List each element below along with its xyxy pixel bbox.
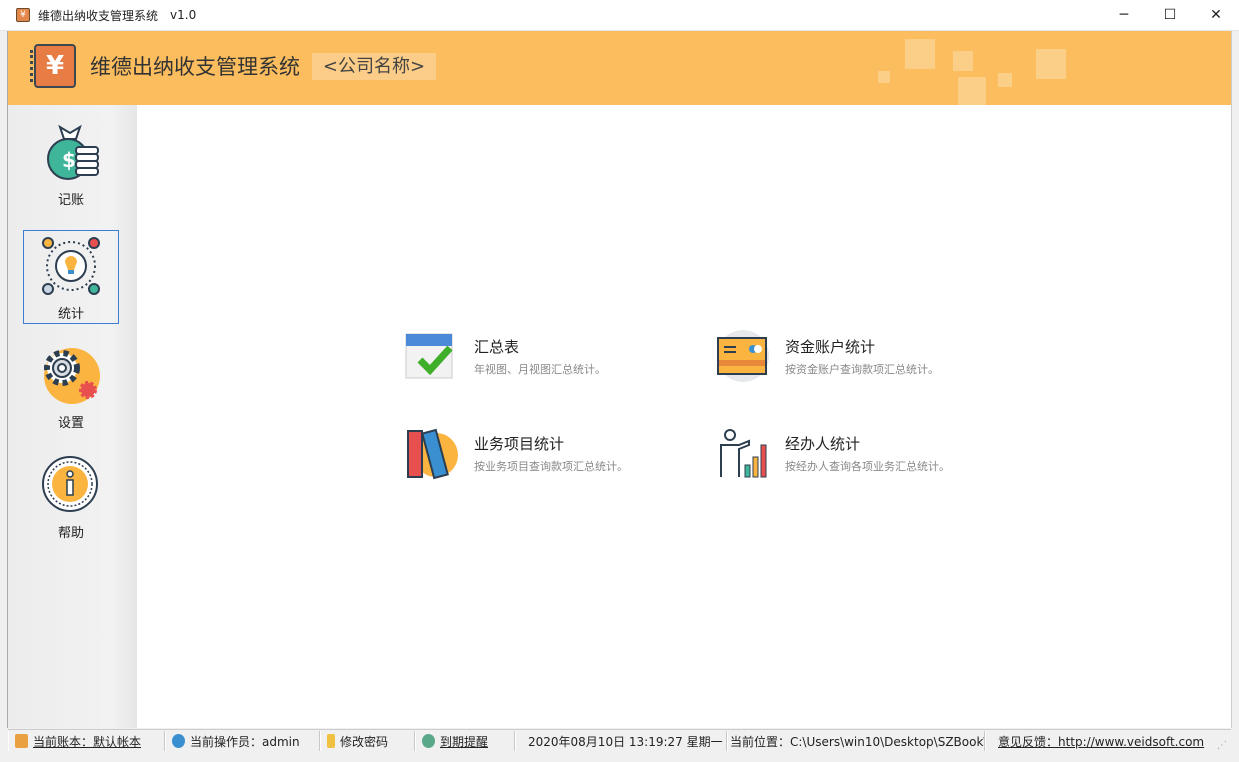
handler-card[interactable]: 经办人统计 按经办人查询各项业务汇总统计。 — [715, 427, 1015, 487]
card-description: 按资金账户查询款项汇总统计。 — [785, 363, 939, 376]
sidebar-item-settings[interactable]: 设置 — [23, 340, 119, 434]
alarm-clock-icon — [422, 734, 435, 748]
binders-icon — [407, 428, 458, 480]
summary-table-card[interactable]: 汇总表 年视图、月视图汇总统计。 — [404, 330, 704, 390]
maximize-button[interactable]: ☐ — [1147, 0, 1193, 30]
sidebar-label: 统计 — [57, 307, 84, 322]
resize-grip-icon[interactable]: ⋰ — [1217, 740, 1227, 751]
presenter-chart-icon — [720, 429, 767, 478]
sidebar-label: 记账 — [57, 193, 84, 208]
minimize-button[interactable]: ─ — [1101, 0, 1147, 30]
operator-text: 当前操作员：admin — [190, 734, 300, 749]
company-name[interactable]: <公司名称> — [312, 53, 436, 80]
current-operator: 当前操作员：admin — [165, 731, 320, 751]
current-account[interactable]: 当前账本：默认帐本 — [8, 731, 165, 751]
feedback[interactable]: 意见反馈：http://www.veidsoft.com — [985, 731, 1215, 751]
sidebar-label: 设置 — [57, 416, 84, 431]
expiry-reminder[interactable]: 到期提醒 — [415, 731, 515, 751]
datetime: 2020年08月10日 13:19:27 星期一 — [515, 731, 727, 751]
expiry-reminder-link[interactable]: 到期提醒 — [440, 733, 488, 750]
ledger-icon — [15, 734, 28, 748]
ledger-logo-icon: ¥ — [30, 44, 76, 88]
svg-text:$: $ — [62, 148, 76, 172]
feedback-link[interactable]: 意见反馈：http://www.veidsoft.com — [998, 733, 1204, 750]
card-title: 资金账户统计 — [785, 338, 876, 356]
decor-square — [958, 77, 986, 105]
close-button[interactable]: ✕ — [1193, 0, 1239, 30]
gear-icon — [44, 348, 100, 404]
fund-account-card[interactable]: 资金账户统计 按资金账户查询款项汇总统计。 — [715, 330, 1015, 390]
change-password-text[interactable]: 修改密码 — [340, 733, 388, 750]
lightbulb-cycle-icon — [42, 237, 100, 295]
decor-square — [905, 39, 935, 69]
decor-square — [878, 71, 890, 83]
credit-card-icon — [717, 330, 769, 382]
sidebar-item-bookkeeping[interactable]: $ 记账 — [23, 117, 119, 211]
sidebar-item-statistics[interactable]: 统计 — [23, 230, 119, 324]
card-description: 按经办人查询各项业务汇总统计。 — [785, 460, 950, 473]
card-title: 业务项目统计 — [474, 435, 565, 453]
info-icon — [42, 456, 98, 512]
user-icon — [172, 734, 185, 748]
sidebar-label: 帮助 — [57, 526, 84, 541]
decor-square — [1036, 49, 1066, 79]
window-version: v1.0 — [170, 8, 197, 22]
app-name: 维德出纳收支管理系统 — [90, 55, 300, 79]
sidebar: $ 记账 统计 设置 帮助 — [8, 105, 137, 728]
window-title: 维德出纳收支管理系统 — [38, 8, 159, 23]
card-description: 年视图、月视图汇总统计。 — [474, 363, 606, 376]
status-bar: 当前账本：默认帐本 当前操作员：admin 修改密码 到期提醒 2020年08月… — [8, 729, 1231, 752]
calendar-check-icon — [405, 333, 453, 379]
app-icon: ¥ — [16, 8, 30, 22]
current-account-link[interactable]: 当前账本：默认帐本 — [33, 733, 141, 750]
key-icon — [327, 734, 335, 748]
decor-square — [998, 73, 1012, 87]
current-location: 当前位置：C:\Users\win10\Desktop\SZBook\ — [727, 731, 985, 751]
card-title: 经办人统计 — [785, 435, 861, 453]
title-bar: ¥ 维德出纳收支管理系统 v1.0 ─ ☐ ✕ — [0, 0, 1239, 31]
main-content: 汇总表 年视图、月视图汇总统计。 资金账户统计 按资金账户查询款项汇总统计。 业… — [137, 105, 1231, 728]
decor-square — [953, 51, 973, 71]
business-item-card[interactable]: 业务项目统计 按业务项目查询款项汇总统计。 — [404, 427, 704, 487]
money-bag-icon: $ — [47, 124, 99, 180]
card-title: 汇总表 — [474, 338, 520, 356]
card-description: 按业务项目查询款项汇总统计。 — [474, 460, 628, 473]
header-banner: ¥ 维德出纳收支管理系统 <公司名称> — [8, 31, 1231, 105]
sidebar-item-help[interactable]: 帮助 — [23, 450, 119, 544]
change-password[interactable]: 修改密码 — [320, 731, 415, 751]
